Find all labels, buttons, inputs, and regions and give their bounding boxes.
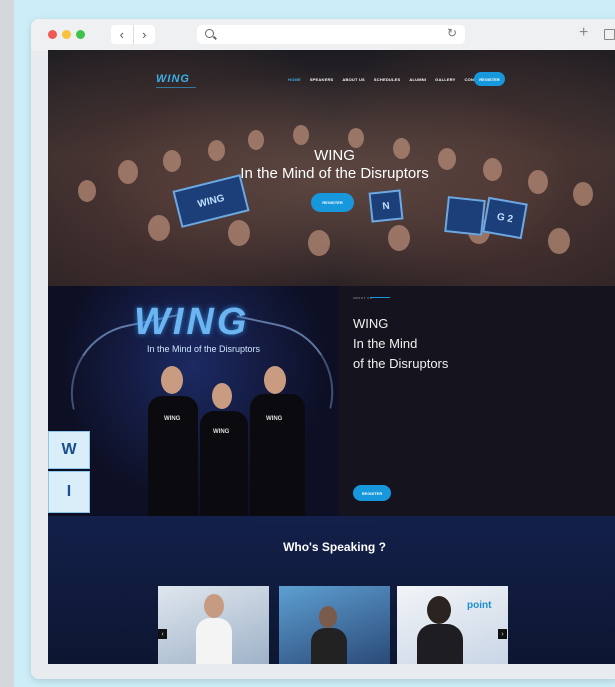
tab-overview-icon[interactable] [604,29,615,40]
hero-title-line1: WING [314,147,355,164]
about-section: WING In the Mind of the Disruptors WING … [48,286,615,516]
address-bar[interactable]: ↻ [197,25,465,44]
menu-item-about-us[interactable]: ABOUT US [342,77,365,82]
browser-bottom-frame [31,664,615,679]
maximize-window-button[interactable] [76,30,85,39]
site-logo[interactable]: WING [156,73,196,88]
g-sign [444,196,486,236]
speaker-face [319,606,337,628]
new-tab-button[interactable]: + [579,24,588,42]
speakers-section: Who's Speaking ? point ‹ › [48,516,615,664]
speakers-title: Who's Speaking ? [283,540,386,554]
menu-item-schedules[interactable]: SCHEDULES [374,77,400,82]
person-left [148,396,198,516]
speaker-face [204,594,224,618]
nav-register-button[interactable]: REGISTER [474,72,505,86]
about-photo: WING In the Mind of the Disruptors WING … [48,286,339,516]
speaker-face [427,596,451,624]
wing-neon-subtitle: In the Mind of the Disruptors [147,344,261,354]
hero-register-button[interactable]: REGISTER [311,193,354,212]
about-register-button[interactable]: REGISTER [353,485,391,501]
shirt-logo-left: WING [164,416,181,422]
forward-button[interactable]: › [134,25,156,44]
about-title: WING In the Mind of the Disruptors [353,314,448,374]
history-buttons: ‹ › [111,25,155,44]
speaker-card[interactable]: point [397,586,508,664]
minimize-window-button[interactable] [62,30,71,39]
person-middle [200,411,248,516]
left-strip [0,0,14,687]
speaker-backdrop-text: point [467,600,492,611]
menu-item-gallery[interactable]: GALLERY [435,77,455,82]
speaker-body [311,628,347,664]
speaker-card[interactable] [279,586,390,664]
face-right [264,366,286,394]
speaker-body [196,618,232,664]
about-title-line2: In the Mind [353,336,418,351]
close-window-button[interactable] [48,30,57,39]
about-title-line1: WING [353,316,389,331]
carousel-prev-button[interactable]: ‹ [158,629,167,639]
speaker-body [417,624,463,664]
face-middle [212,383,232,409]
search-icon [205,29,214,38]
main-menu: HOME SPEAKERS ABOUT US SCHEDULES ALUMNI … [288,77,492,82]
browser-toolbar: ‹ › ↻ + [31,19,615,51]
n-sign: N [368,189,404,223]
cube-w: W [48,431,90,469]
face-left [161,366,183,394]
back-button[interactable]: ‹ [111,25,134,44]
menu-item-speakers[interactable]: SPEAKERS [310,77,334,82]
menu-item-alumni[interactable]: ALUMNI [409,77,426,82]
g2-sign: G 2 [482,196,528,240]
hero-title: WING In the Mind of the Disruptors [48,147,615,183]
carousel-next-button[interactable]: › [498,629,507,639]
hero-section: WING N G 2 WING HOME SPEAKERS ABOUT US S… [48,50,615,286]
cube-i: I [48,471,90,513]
speaker-card[interactable] [158,586,269,664]
menu-item-home[interactable]: HOME [288,77,301,82]
person-right [250,394,305,516]
about-divider [370,297,390,298]
about-title-line3: of the Disruptors [353,356,449,371]
web-page: WING N G 2 WING HOME SPEAKERS ABOUT US S… [48,50,615,664]
shirt-logo-right: WING [266,416,283,422]
shirt-logo-middle: WING [213,429,230,435]
hero-title-line2: In the Mind of the Disruptors [240,165,429,182]
browser-window: ‹ › ↻ + WING N G 2 WING HOME SPEAKERS AB… [31,19,615,679]
wing-neon-logo: WING [134,301,250,343]
reload-icon[interactable]: ↻ [447,26,457,40]
